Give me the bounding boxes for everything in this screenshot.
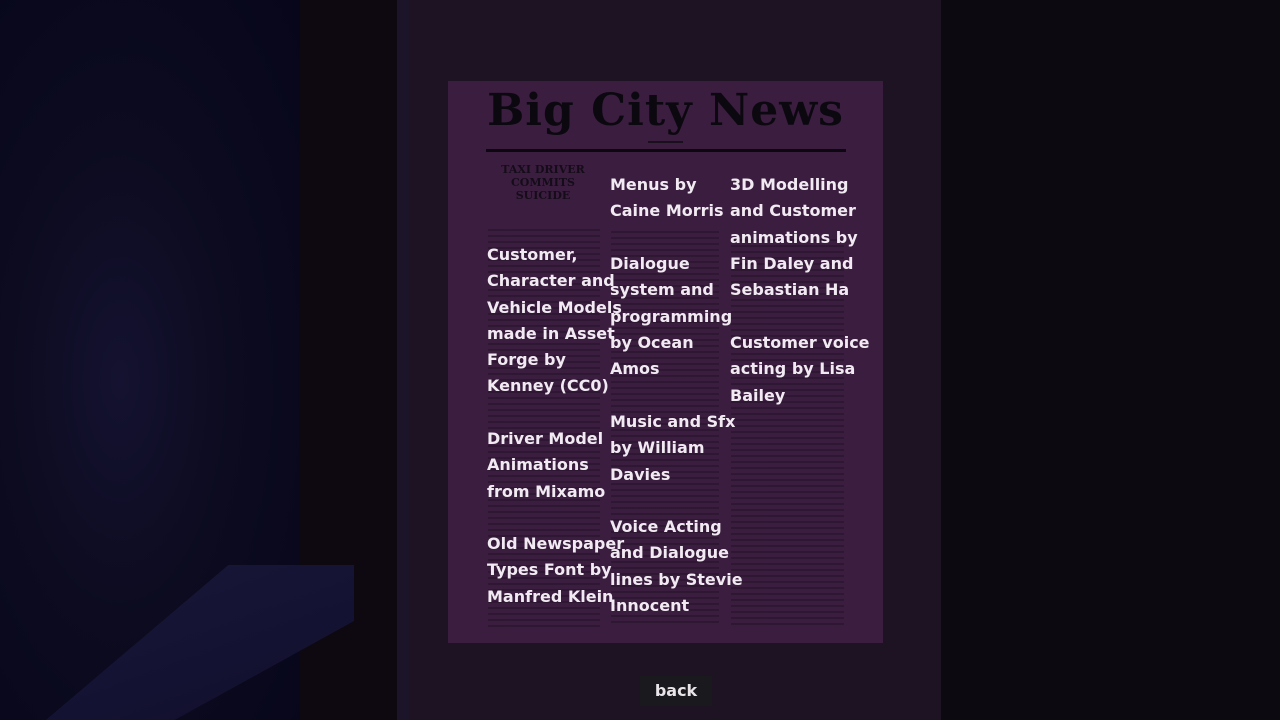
newspaper-masthead: Big City News: [487, 85, 844, 136]
credit-asset-forge-models: Customer, Character and Vehicle Models m…: [487, 245, 622, 396]
credits-scene: Big City News TAXI DRIVER COMMITS SUICID…: [0, 0, 1280, 720]
masthead-date-line: [648, 141, 683, 143]
credit-customer-voice: Customer voice acting by Lisa Bailey: [730, 333, 870, 405]
credit-menus: Menus by Caine Morris: [610, 175, 724, 221]
newspaper-headline: TAXI DRIVER COMMITS SUICIDE: [488, 163, 598, 202]
credit-voice-acting-dialogue: Voice Acting and Dialogue lines by Stevi…: [610, 517, 743, 615]
back-button[interactable]: back: [640, 676, 712, 706]
credit-3d-modelling: 3D Modelling and Customer animations by …: [730, 175, 858, 300]
newspaper-headline-text: TAXI DRIVER COMMITS SUICIDE: [501, 163, 585, 202]
background-right-wall: [940, 0, 1280, 720]
credit-dialogue-programming: Dialogue system and programming by Ocean…: [610, 254, 733, 379]
credit-music-sfx: Music and Sfx by William Davies: [610, 412, 736, 484]
credit-newspaper-font: Old Newspaper Types Font by Manfred Klei…: [487, 534, 625, 606]
panel-edge: [397, 0, 409, 720]
masthead-rule: [486, 149, 846, 152]
credit-mixamo-animations: Driver Model Animations from Mixamo: [487, 429, 606, 501]
